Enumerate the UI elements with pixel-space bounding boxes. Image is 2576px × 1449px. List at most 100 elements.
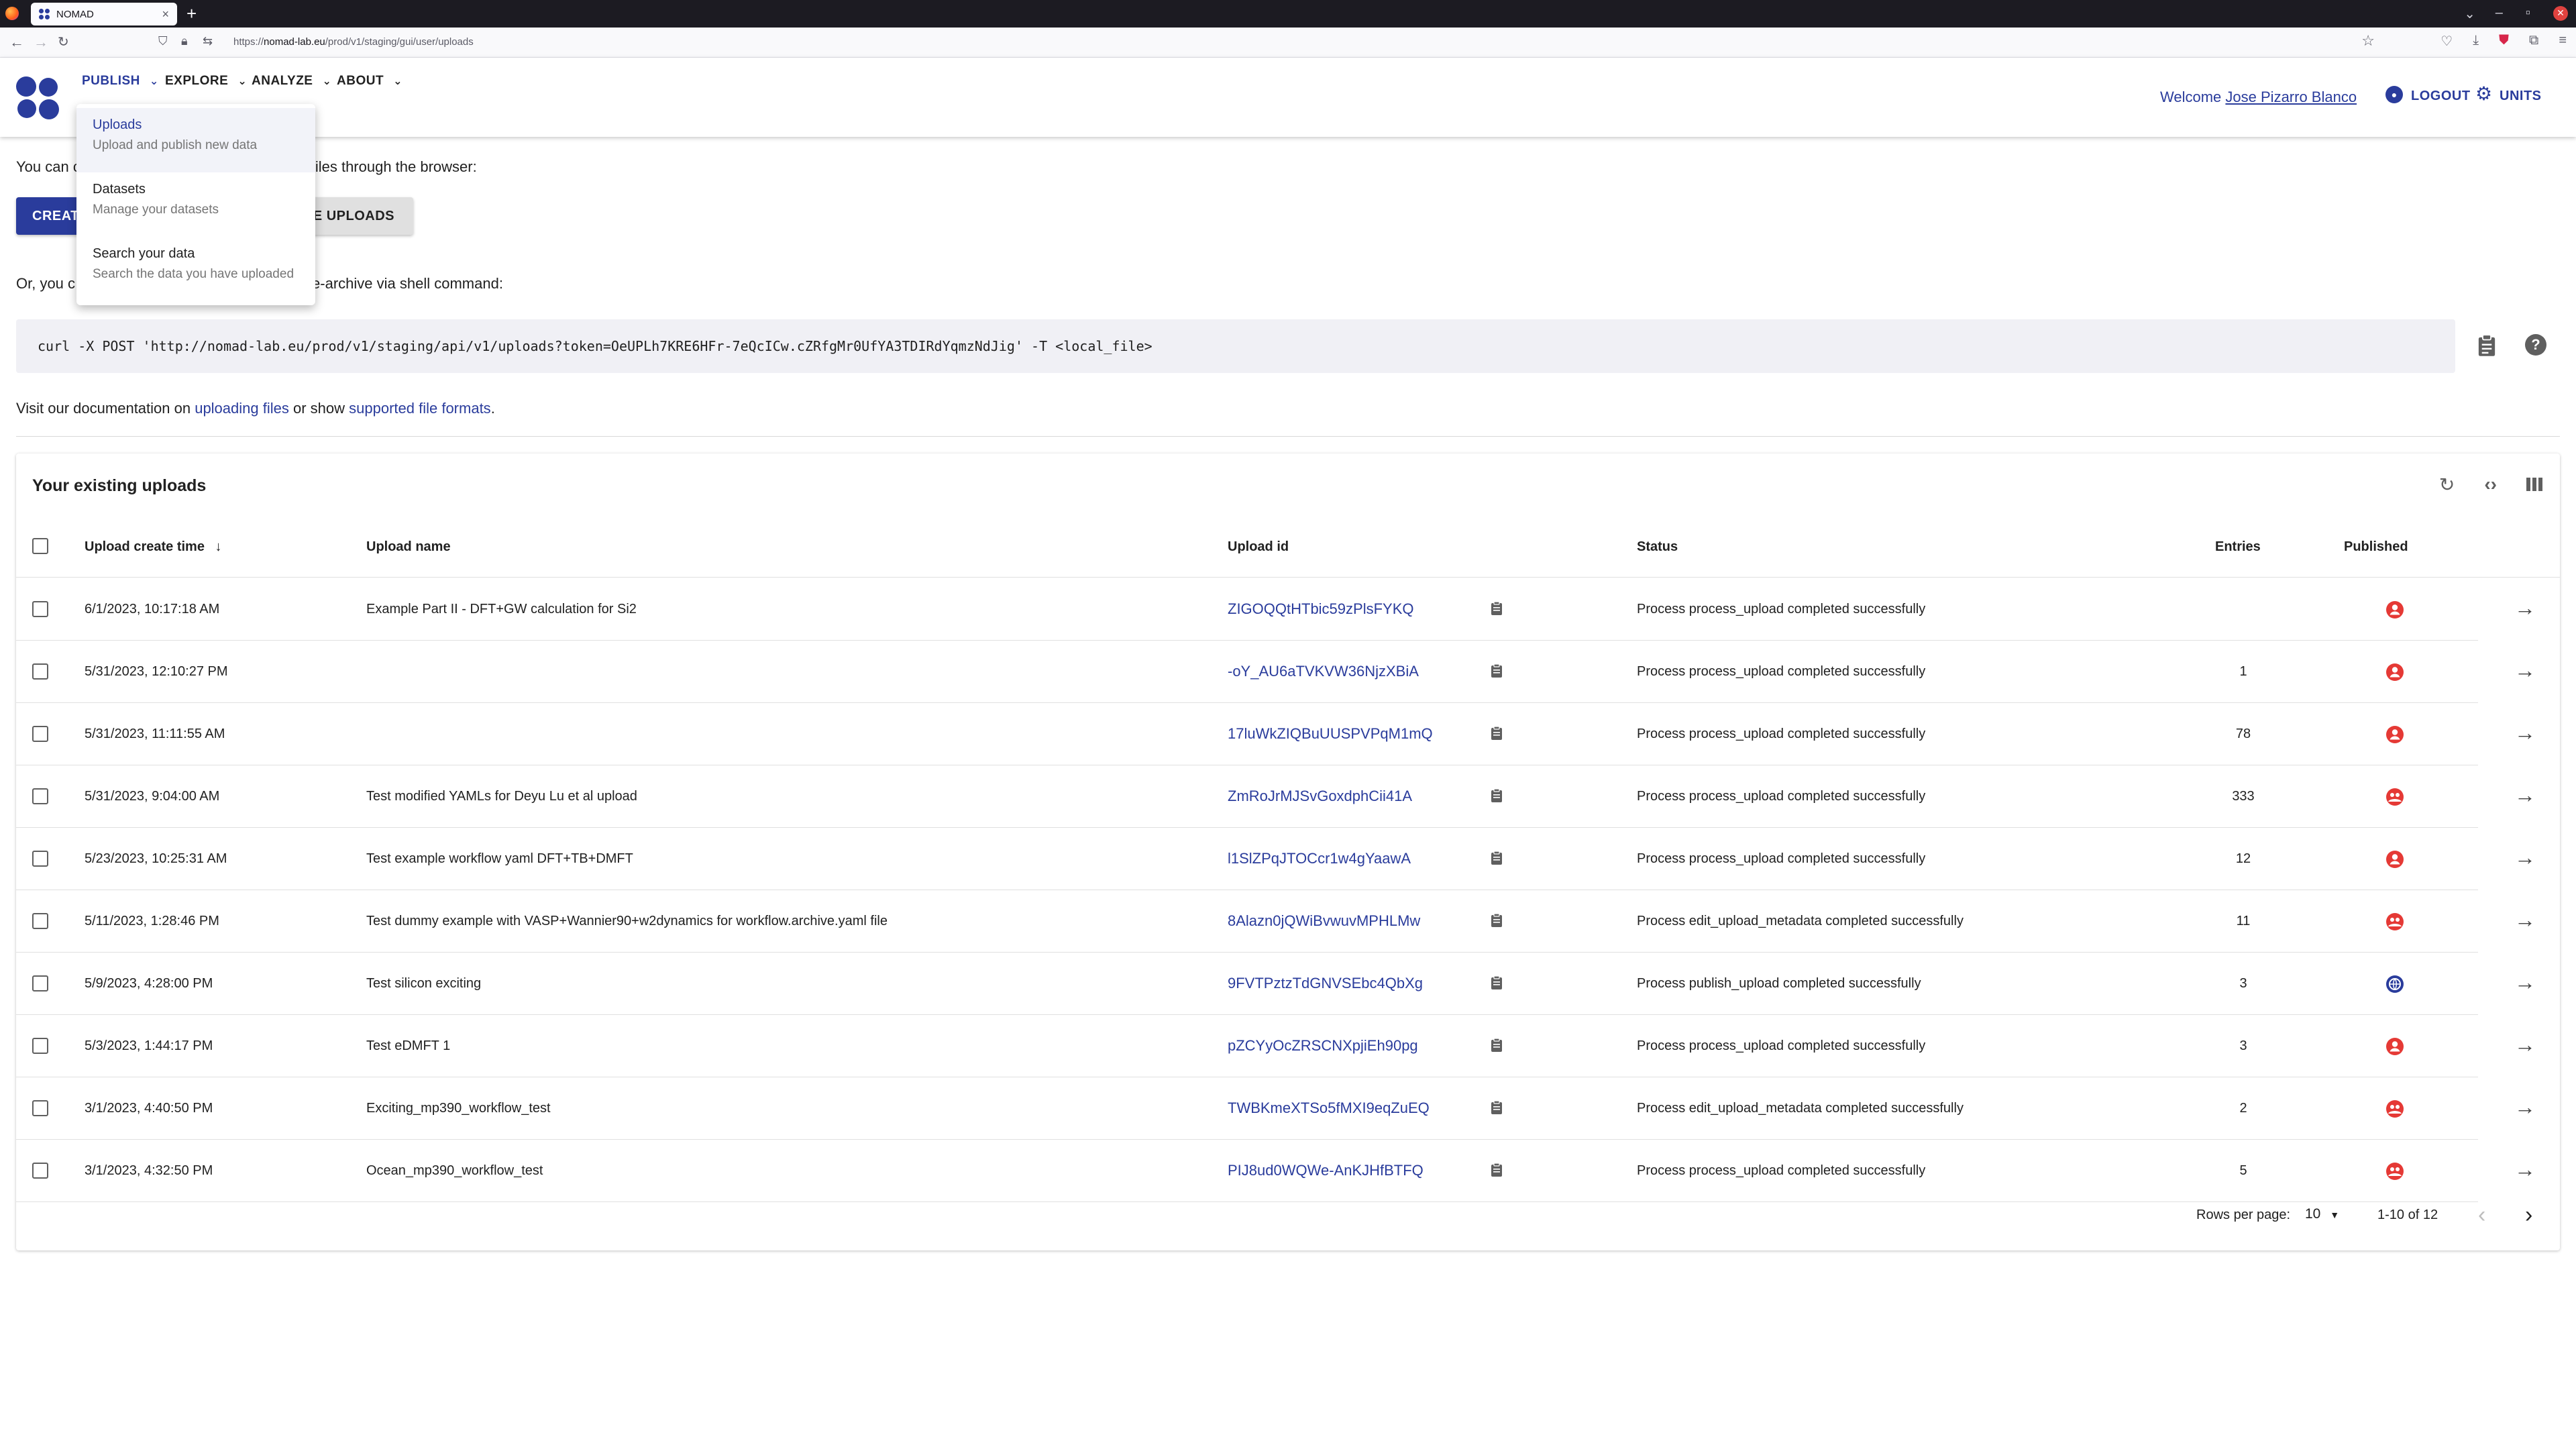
reload-icon[interactable]: ↻ — [2439, 474, 2455, 496]
new-tab-icon[interactable]: + — [186, 4, 197, 23]
row-checkbox[interactable] — [32, 663, 48, 680]
account-circle-icon[interactable]: ● — [2385, 86, 2403, 103]
gear-icon[interactable]: ⚙ — [2475, 85, 2492, 103]
copy-clipboard-icon[interactable] — [1491, 975, 1503, 990]
open-upload-arrow-icon[interactable]: → — [2514, 1032, 2536, 1057]
open-upload-arrow-icon[interactable]: → — [2514, 658, 2536, 682]
upload-id-link[interactable]: PIJ8ud0WQWe-AnKJHfBTFQ — [1228, 1162, 1424, 1179]
forward-icon[interactable]: → — [34, 33, 48, 52]
row-checkbox[interactable] — [32, 1038, 48, 1054]
back-icon[interactable]: ← — [9, 33, 24, 52]
pocket-icon[interactable]: ♡ — [2440, 33, 2453, 50]
copy-clipboard-icon[interactable] — [1491, 663, 1503, 678]
table-row[interactable]: 5/31/2023, 11:11:55 AM 17luWkZIQBuUUSPVPq… — [16, 703, 2560, 765]
upload-id-link[interactable]: 9FVTPztzTdGNVSEbc4QbXg — [1228, 975, 1423, 992]
open-upload-arrow-icon[interactable]: → — [2514, 970, 2536, 994]
copy-clipboard-icon[interactable] — [1491, 601, 1503, 616]
row-checkbox[interactable] — [32, 1163, 48, 1179]
row-checkbox[interactable] — [32, 601, 48, 617]
row-checkbox[interactable] — [32, 851, 48, 867]
upload-id-link[interactable]: ZmRoJrMJSvGoxdphCii41A — [1228, 788, 1412, 805]
table-row[interactable]: 6/1/2023, 10:17:18 AM Example Part II - D… — [16, 578, 2560, 641]
upload-command[interactable]: curl -X POST 'http://nomad-lab.eu/prod/v… — [38, 338, 1152, 354]
row-checkbox[interactable] — [32, 726, 48, 742]
open-upload-arrow-icon[interactable]: → — [2514, 1095, 2536, 1119]
clipboard-icon[interactable] — [2477, 334, 2497, 357]
bookmark-star-icon[interactable]: ☆ — [2361, 32, 2375, 50]
copy-clipboard-icon[interactable] — [1491, 1163, 1503, 1177]
table-row[interactable]: 5/3/2023, 1:44:17 PM Test eDMFT 1 pZCYyOcZ… — [16, 1015, 2560, 1077]
reload-icon[interactable]: ↻ — [58, 33, 69, 52]
browser-tab[interactable]: NOMAD × — [31, 3, 177, 25]
dropdown-item-search-your-data[interactable]: Search your data Search the data you hav… — [76, 237, 315, 301]
table-row[interactable]: 5/23/2023, 10:25:31 AM Test example workf… — [16, 828, 2560, 890]
hamburger-menu-icon[interactable]: ≡ — [2559, 33, 2567, 50]
row-checkbox[interactable] — [32, 975, 48, 991]
open-upload-arrow-icon[interactable]: → — [2514, 720, 2536, 745]
table-row[interactable]: 3/1/2023, 4:40:50 PM Exciting_mp390_workf… — [16, 1077, 2560, 1140]
upload-id-link[interactable]: TWBKmeXTSo5fMXI9eqZuEQ — [1228, 1099, 1430, 1117]
next-page-icon[interactable]: › — [2525, 1202, 2532, 1228]
row-checkbox[interactable] — [32, 913, 48, 929]
upload-id-link[interactable]: 17luWkZIQBuUUSPVPqM1mQ — [1228, 725, 1433, 743]
copy-clipboard-icon[interactable] — [1491, 788, 1503, 803]
menu-about[interactable]: ABOUT ⌄ — [337, 74, 402, 89]
column-status[interactable]: Status — [1637, 539, 1678, 555]
upload-id-link[interactable]: -oY_AU6aTVKVW36NjzXBiA — [1228, 663, 1419, 680]
table-row[interactable]: 5/9/2023, 4:28:00 PM Test silicon excitin… — [16, 953, 2560, 1015]
code-icon[interactable]: ‹› — [2484, 474, 2497, 496]
nomad-logo[interactable] — [16, 76, 60, 121]
upload-id-link[interactable]: pZCYyOcZRSCNXpjiEh90pg — [1228, 1037, 1418, 1055]
copy-clipboard-icon[interactable] — [1491, 851, 1503, 865]
copy-clipboard-icon[interactable] — [1491, 1038, 1503, 1053]
open-upload-arrow-icon[interactable]: → — [2514, 908, 2536, 932]
column-upload-create-time[interactable]: Upload create time ↓ — [85, 539, 222, 555]
previous-page-icon[interactable]: ‹ — [2478, 1202, 2485, 1228]
upload-id-link[interactable]: ZIGOQQtHTbic59zPlsFYKQ — [1228, 600, 1414, 618]
column-upload-name[interactable]: Upload name — [366, 539, 451, 555]
copy-clipboard-icon[interactable] — [1491, 913, 1503, 928]
units-button[interactable]: UNITS — [2500, 89, 2542, 104]
rows-per-page-select[interactable]: 10 ▼ — [2305, 1206, 2339, 1222]
open-upload-arrow-icon[interactable]: → — [2514, 596, 2536, 620]
column-entries[interactable]: Entries — [2215, 539, 2261, 555]
table-row[interactable]: 5/31/2023, 9:04:00 AM Test modified YAMLs… — [16, 765, 2560, 828]
window-close-icon[interactable]: ✕ — [2553, 5, 2568, 21]
minimize-icon[interactable]: – — [2496, 5, 2503, 21]
user-name-link[interactable]: Jose Pizarro Blanco — [2225, 89, 2357, 105]
url-bar[interactable]: ⛉ 🔒︎ ⇆ https://nomad-lab.eu/prod/v1/stag… — [154, 32, 2375, 54]
column-published[interactable]: Published — [2344, 539, 2408, 555]
open-upload-arrow-icon[interactable]: → — [2514, 1157, 2536, 1181]
column-upload-id[interactable]: Upload id — [1228, 539, 1289, 555]
logout-button[interactable]: LOGOUT — [2411, 89, 2471, 104]
upload-id-link[interactable]: 8Alazn0jQWiBvwuvMPHLMw — [1228, 912, 1420, 930]
row-checkbox[interactable] — [32, 1100, 48, 1116]
upload-id-link[interactable]: l1SlZPqJTOCcr1w4gYaawA — [1228, 850, 1411, 867]
copy-clipboard-icon[interactable] — [1491, 1100, 1503, 1115]
extension-icon[interactable]: ⛊ — [2499, 33, 2509, 50]
table-row[interactable]: 5/11/2023, 1:28:46 PM Test dummy example … — [16, 890, 2560, 953]
lock-icon[interactable]: 🔒︎ — [181, 34, 188, 48]
table-row[interactable]: 5/31/2023, 12:10:27 PM -oY_AU6aTVKVW36Njz… — [16, 641, 2560, 703]
extensions-puzzle-icon[interactable]: ⧉ — [2529, 33, 2538, 50]
maximize-icon[interactable]: ▫ — [2526, 5, 2530, 21]
help-icon[interactable]: ? — [2525, 334, 2546, 356]
downloads-icon[interactable]: ⤓ — [2473, 33, 2479, 50]
permissions-icon[interactable]: ⇆ — [203, 34, 213, 48]
open-upload-arrow-icon[interactable]: → — [2514, 783, 2536, 807]
dropdown-item-uploads[interactable]: Uploads Upload and publish new data — [76, 108, 315, 172]
shield-icon[interactable]: ⛉ — [158, 34, 168, 48]
uploading-files-link[interactable]: uploading files — [195, 400, 289, 417]
select-all-checkbox[interactable] — [32, 538, 48, 554]
row-checkbox[interactable] — [32, 788, 48, 804]
menu-publish[interactable]: PUBLISH ⌄ — [82, 74, 159, 89]
list-tabs-icon[interactable]: ⌄ — [2464, 5, 2475, 22]
copy-clipboard-icon[interactable] — [1491, 726, 1503, 741]
tab-close-icon[interactable]: × — [162, 7, 169, 21]
supported-formats-link[interactable]: supported file formats — [349, 400, 491, 417]
firefox-view-icon[interactable] — [5, 7, 19, 20]
menu-explore[interactable]: EXPLORE ⌄ — [165, 74, 247, 89]
columns-icon[interactable] — [2526, 478, 2542, 496]
menu-analyze[interactable]: ANALYZE ⌄ — [252, 74, 331, 89]
open-upload-arrow-icon[interactable]: → — [2514, 845, 2536, 869]
